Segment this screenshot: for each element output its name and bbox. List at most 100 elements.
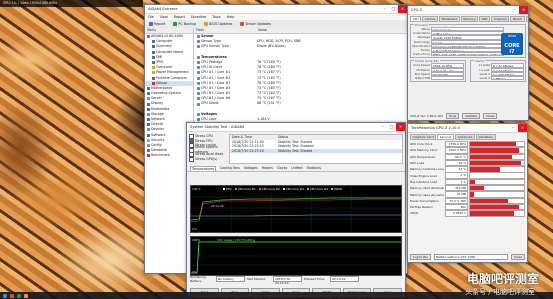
- tab-sensors[interactable]: Sensors: [437, 134, 455, 140]
- menu-item[interactable]: Favorites: [191, 14, 206, 20]
- tab-clocks[interactable]: Clocks: [277, 166, 287, 171]
- menu-item[interactable]: Help: [227, 14, 235, 20]
- event-log[interactable]: Date & Time Status 2018/7/30 22:11:40 Sta…: [229, 134, 403, 164]
- tree-node-icon: [147, 149, 150, 153]
- stability-test-titlebar[interactable]: System Stability Test - AIDA64 – □ ×: [187, 123, 405, 132]
- stress-option[interactable]: Stress GPU(s): [189, 156, 227, 162]
- sensor-label[interactable]: Bus Interface Load: [410, 180, 444, 184]
- taskbar-app-icon[interactable]: [24, 293, 28, 298]
- cpuz-footer: CPU-Z Ver. 1.85.0.x64 Tools Validate Clo…: [410, 113, 526, 119]
- sensor-label[interactable]: GPU Memory Clock: [410, 148, 444, 152]
- minimize-icon[interactable]: –: [380, 5, 389, 13]
- tab-voltages[interactable]: Voltages: [244, 166, 258, 171]
- tree-node-icon: [152, 50, 155, 54]
- tools-button[interactable]: Tools: [445, 113, 460, 119]
- value-column-header[interactable]: Value: [256, 28, 267, 33]
- tab-mainboard[interactable]: Mainboard: [439, 16, 460, 22]
- toolbar-button[interactable]: Report: [147, 22, 167, 26]
- tab-powers[interactable]: Powers: [262, 166, 273, 171]
- gpuz-tabs: Graphics Card Sensors Advanced Validation: [408, 133, 527, 141]
- tab-advanced[interactable]: Advanced: [455, 134, 475, 140]
- taskbar-app-icon[interactable]: [10, 293, 14, 298]
- field-column-header[interactable]: Field: [194, 28, 256, 33]
- minimize-icon[interactable]: –: [510, 6, 519, 14]
- sensor-label[interactable]: Memory Used (Dynamic): [410, 193, 444, 197]
- graphics-card-select[interactable]: NVIDIA GeForce GTX 1060: [433, 254, 508, 260]
- maximize-icon[interactable]: □: [389, 5, 398, 13]
- sensor-label[interactable]: Power Consumption: [410, 199, 444, 203]
- tab-statistics[interactable]: Statistics: [307, 166, 322, 171]
- close-icon[interactable]: ×: [396, 123, 405, 131]
- log-to-file-checkbox[interactable]: Log to file: [410, 254, 431, 260]
- info-label: Instructions: [413, 52, 430, 57]
- status-label: Remaining Battery:: [190, 275, 206, 283]
- checkbox-icon[interactable]: [189, 156, 194, 162]
- start-icon[interactable]: [3, 293, 7, 298]
- sensor-graph-fill: [470, 141, 516, 147]
- tab-temperatures[interactable]: Temperatures: [190, 166, 216, 171]
- menu-item[interactable]: Report: [174, 14, 185, 20]
- close-icon[interactable]: ×: [518, 124, 527, 132]
- menu-item[interactable]: View: [160, 14, 168, 20]
- info-label: Rated FSB: [415, 75, 430, 80]
- sensor-label[interactable]: VDDC: [410, 211, 444, 215]
- tab-about[interactable]: About: [525, 16, 528, 22]
- sensor-label[interactable]: GPU Temperature: [410, 155, 444, 159]
- sensor-icon: [197, 55, 200, 59]
- minimize-icon[interactable]: –: [509, 124, 518, 132]
- temperature-graph: CPU CPU Core #1 CPU Core #2 CPU Core #3 CPU …: [190, 185, 402, 233]
- tree-node-icon: [147, 92, 150, 96]
- cpu-usage-graph: CPU Usage | CPU Throttling 100% 0%: [190, 236, 402, 276]
- taskbar-app-icon[interactable]: [17, 293, 21, 298]
- cpuz-window[interactable]: CPU-Z – × CPU Caches Mainboard Memory SPD Gra…: [407, 5, 529, 121]
- toolbar-button[interactable]: PC Backup: [171, 22, 198, 26]
- sensor-label[interactable]: Video Engine Load: [410, 174, 444, 178]
- info-value: MMX, SSE, SSE2, SSE3, SSSE3, SSE4.1, SSE…: [431, 52, 504, 57]
- close-icon[interactable]: ×: [519, 6, 528, 14]
- sensor-graph-fill: [470, 148, 519, 153]
- tab-bench[interactable]: Bench: [510, 16, 525, 22]
- sensor-label[interactable]: GPU Load: [410, 161, 444, 165]
- gpuz-window[interactable]: TechPowerUp GPU-Z 2.10.0 – × Graphics Ca…: [407, 123, 528, 263]
- close-button[interactable]: Close: [510, 254, 525, 260]
- watermark-title: 电脑吧评测室: [466, 272, 539, 286]
- tree-node-icon: [147, 102, 150, 106]
- cpuz-tabs: CPU Caches Mainboard Memory SPD Graphics Bench…: [408, 15, 528, 23]
- toolbar-button[interactable]: BIOS Updates: [202, 22, 234, 26]
- tab-cooling-fans[interactable]: Cooling Fans: [220, 166, 240, 171]
- tab-unified[interactable]: Unified: [291, 166, 302, 171]
- sensor-graph-fill: [470, 192, 475, 197]
- close-icon[interactable]: ×: [398, 5, 407, 13]
- tab-validation[interactable]: Validation: [475, 134, 496, 140]
- tree-node-icon: [147, 133, 150, 137]
- sensor-label[interactable]: Memory Controller Load: [410, 167, 444, 171]
- test-status-bar: Remaining Battery: No battery Test Started…: [190, 275, 402, 285]
- tab-cpu[interactable]: CPU: [410, 16, 422, 22]
- tab-graphics[interactable]: Graphics: [491, 16, 510, 22]
- event-row[interactable]: 2018/7/30 22:23:19 Stability Test: Starte…: [230, 148, 402, 153]
- tree-node-icon: [152, 45, 155, 49]
- menu-item[interactable]: File: [148, 14, 154, 20]
- sensor-label[interactable]: PerfCap Reason: [410, 205, 444, 209]
- sensor-label[interactable]: GPU Core Clock: [410, 142, 444, 146]
- validate-button[interactable]: Validate: [462, 113, 481, 119]
- toolbar-button[interactable]: Driver Updates: [238, 22, 273, 26]
- tree-node-icon: [147, 107, 150, 111]
- minimize-icon[interactable]: –: [378, 123, 387, 131]
- toolbar-button-label: Report: [154, 22, 166, 26]
- tab-caches[interactable]: Caches: [422, 16, 439, 22]
- menu-item[interactable]: Tools: [212, 14, 220, 20]
- event-status: Stability Test: Started: [278, 148, 313, 153]
- tab-spd[interactable]: SPD: [479, 16, 491, 22]
- tab-graphics-card[interactable]: Graphics Card: [410, 134, 437, 140]
- tab-memory[interactable]: Memory: [460, 16, 479, 22]
- sensor-label[interactable]: Memory Used (Dedicated): [410, 186, 444, 190]
- maximize-icon[interactable]: □: [387, 123, 396, 131]
- stability-test-window[interactable]: System Stability Test - AIDA64 – □ × Str…: [186, 122, 406, 298]
- cpuz-titlebar[interactable]: CPU-Z – ×: [408, 6, 528, 15]
- aida64-titlebar[interactable]: AIDA64 Extreme – □ ×: [145, 5, 407, 14]
- cpuz-version: CPU-Z Ver. 1.85.0.x64: [410, 114, 443, 118]
- processor-group: Processor Name Intel Core i7 Code Name Coff…: [410, 23, 526, 59]
- gpuz-titlebar[interactable]: TechPowerUp GPU-Z 2.10.0 – ×: [408, 124, 527, 133]
- close-button[interactable]: Close: [483, 113, 498, 119]
